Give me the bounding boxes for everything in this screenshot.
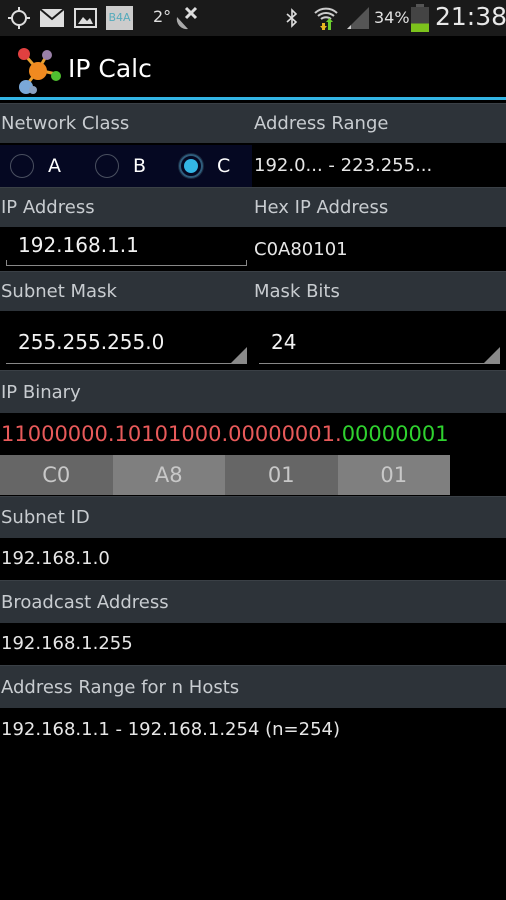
hex-octet-4: 01 <box>337 455 450 495</box>
ip-address-input-value[interactable]: 192.168.1.1 <box>18 233 139 257</box>
battery-percent: 34% <box>374 8 410 27</box>
hex-ip-label: Hex IP Address <box>253 187 506 227</box>
hex-octets: C0 A8 01 01 <box>0 455 450 495</box>
status-bar: B4A 2° 34% 21:38 <box>0 0 506 36</box>
clock: 21:38 <box>435 2 506 31</box>
dropdown-arrow-icon <box>231 347 247 363</box>
gps-icon <box>8 7 30 29</box>
b4a-icon: B4A <box>106 6 133 30</box>
gallery-icon <box>74 8 97 28</box>
bluetooth-icon <box>286 8 298 28</box>
radio-label: B <box>133 155 147 177</box>
wifi-icon <box>314 7 338 30</box>
mask-bits-label: Mask Bits <box>253 271 506 311</box>
mask-bits-spinner[interactable]: 24 <box>259 318 500 364</box>
address-range-label: Address Range <box>253 103 506 143</box>
subnet-mask-value: 255.255.255.0 <box>18 330 165 354</box>
broadcast-label: Broadcast Address <box>0 580 506 623</box>
hex-octet-1: C0 <box>0 455 113 495</box>
host-range-label: Address Range for n Hosts <box>0 665 506 708</box>
radio-class-b[interactable]: B <box>95 145 146 187</box>
hex-octet-2: A8 <box>112 455 225 495</box>
subnet-id-label: Subnet ID <box>0 496 506 538</box>
network-class-radio-group: A B C <box>0 145 252 187</box>
email-icon <box>40 9 64 27</box>
ip-binary-label: IP Binary <box>0 370 506 413</box>
hex-ip-value: C0A80101 <box>253 229 506 271</box>
network-class-label: Network Class <box>0 103 253 143</box>
dropdown-arrow-icon <box>484 347 500 363</box>
broadcast-value: 192.168.1.255 <box>0 623 506 665</box>
subnet-mask-label: Subnet Mask <box>0 271 253 311</box>
spinner-underline <box>6 363 247 364</box>
signal-icon <box>347 7 369 29</box>
subnet-id-value: 192.168.1.0 <box>0 538 506 580</box>
radio-circle[interactable] <box>10 154 34 178</box>
app-title: IP Calc <box>68 54 152 83</box>
binary-host-part: 00000001 <box>341 422 449 446</box>
binary-network-part: 11000000.10101000.00000001. <box>1 422 342 446</box>
radio-label: A <box>48 155 61 177</box>
host-range-value: 192.168.1.1 - 192.168.1.254 (n=254) <box>0 708 506 752</box>
weather-temperature: 2° <box>153 7 172 26</box>
hex-octet-3: 01 <box>225 455 338 495</box>
ip-address-input[interactable]: 192.168.1.1 <box>6 229 247 266</box>
battery-icon <box>411 4 429 32</box>
satellite-off-icon <box>176 6 198 30</box>
radio-class-c[interactable]: C <box>179 145 230 187</box>
radio-class-a[interactable]: A <box>10 145 61 187</box>
radio-circle[interactable] <box>179 154 203 178</box>
spinner-underline <box>259 363 500 364</box>
ip-binary-value: 11000000.10101000.00000001.00000001 <box>0 413 506 455</box>
ip-address-label: IP Address <box>0 187 253 227</box>
subnet-mask-spinner[interactable]: 255.255.255.0 <box>6 318 247 364</box>
input-underline <box>6 260 247 266</box>
radio-circle[interactable] <box>95 154 119 178</box>
radio-label: C <box>217 155 231 177</box>
action-bar-divider <box>0 97 506 100</box>
mask-bits-value: 24 <box>271 330 297 354</box>
app-logo-icon <box>18 48 61 94</box>
address-range-value: 192.0... - 223.255... <box>253 145 506 187</box>
action-bar: IP Calc <box>0 36 506 100</box>
